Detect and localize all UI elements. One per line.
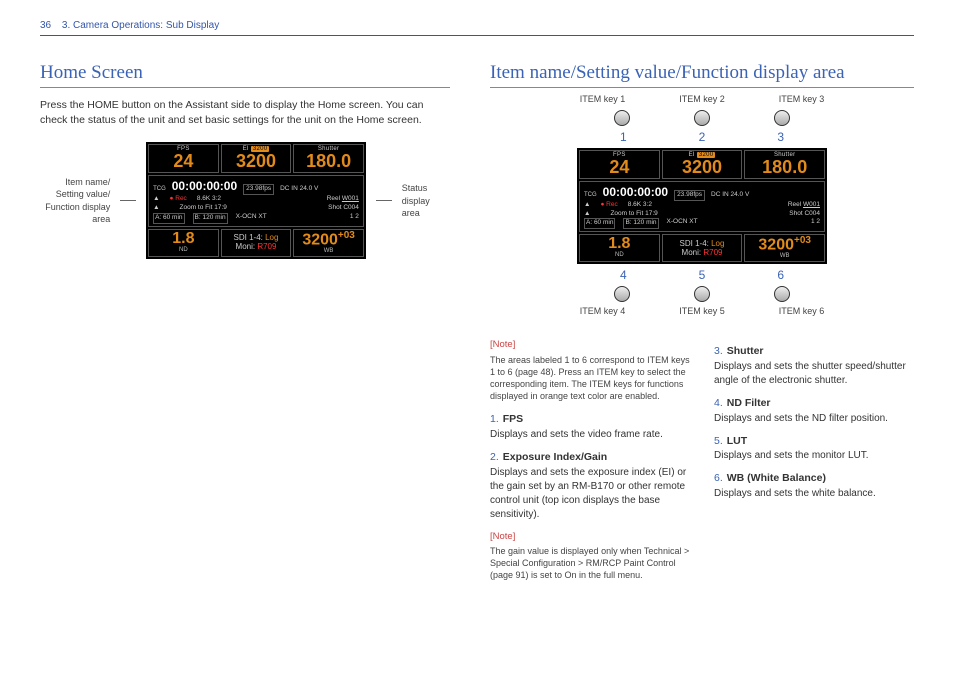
desc-col-right: 3.Shutter Displays and sets the shutter … [714,338,914,591]
seg-nd: 1.8 ND [148,229,219,257]
item-key-3-knob[interactable] [774,110,790,126]
label-right: Status display area [402,182,450,218]
breadcrumb: 3. Camera Operations: Sub Display [62,20,219,31]
nums-bottom: 4 5 6 [552,268,852,282]
r-status-area: TCG 00:00:00:00 23.98fps DC IN 24.0 V ▲ … [579,181,825,232]
item-keys-top: ITEM key 1 ITEM key 2 ITEM key 3 [552,94,852,104]
seg-shutter: Shutter 180.0 [293,144,364,173]
page-number: 36 [40,20,51,31]
r-seg-wb: 3200+03 WB [744,234,825,262]
home-screen-lcd: FPS 24 EI3200 3200 Shutter 180.0 [146,142,366,258]
r-seg-sdi: SDI 1-4: Log Moni: R709 [662,234,743,262]
seg-ei: EI3200 3200 [221,144,292,173]
r-seg-ei: EI3200 3200 [662,150,743,179]
item-key-1-knob[interactable] [614,110,630,126]
seg-wb: 3200+03 WB [293,229,364,257]
page-header: 36 3. Camera Operations: Sub Display [40,20,914,36]
item-key-4-knob[interactable] [614,286,630,302]
item-key-5-knob[interactable] [694,286,710,302]
status-area: TCG 00:00:00:00 23.98fps DC IN 24.0 V ▲ … [148,175,364,226]
seg-fps: FPS 24 [148,144,219,173]
heading-home-screen: Home Screen [40,62,450,88]
callout-line-right [376,200,392,201]
item-key-6-knob[interactable] [774,286,790,302]
label-left: Item name/ Setting value/ Function displ… [40,176,110,225]
nums-top: 1 2 3 [552,130,852,144]
item-keys-bottom: ITEM key 4 ITEM key 5 ITEM key 6 [552,306,852,316]
r-seg-nd: 1.8 ND [579,234,660,262]
seg-sdi: SDI 1-4: Log Moni: R709 [221,229,292,257]
callout-line-left [120,200,136,201]
item-area-lcd: FPS 24 EI3200 3200 Shutter 180.0 [577,148,827,264]
intro-text: Press the HOME button on the Assistant s… [40,98,450,128]
item-key-2-knob[interactable] [694,110,710,126]
desc-col-left: [Note] The areas labeled 1 to 6 correspo… [490,338,690,591]
r-seg-shutter: Shutter 180.0 [744,150,825,179]
r-seg-fps: FPS 24 [579,150,660,179]
heading-item-area: Item name/Setting value/Function display… [490,62,914,88]
